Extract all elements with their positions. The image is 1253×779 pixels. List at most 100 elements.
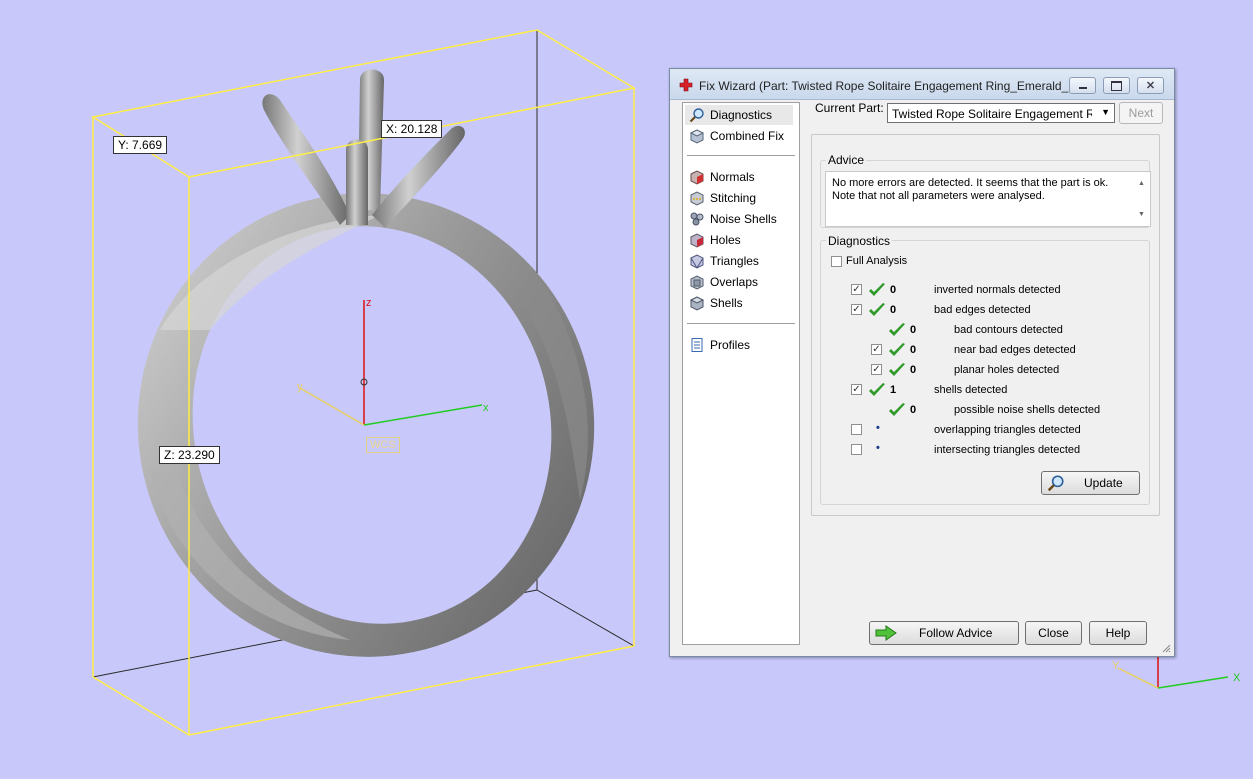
full-analysis-checkbox[interactable]: [831, 256, 842, 267]
diagnostic-row-label: shells detected: [934, 384, 1008, 396]
holes-icon: [690, 233, 704, 248]
diagnostic-row: • overlapping triangles detected: [670, 421, 1150, 441]
scroll-down-icon: ▼: [1138, 211, 1145, 218]
diagnostic-row-checkbox[interactable]: ✓: [871, 344, 882, 355]
diagnostic-row: ✓ 0 planar holes detected: [670, 361, 1150, 381]
advice-line-2: Note that not all parameters were analys…: [832, 190, 1045, 202]
scroll-up-icon: ▲: [1138, 180, 1145, 187]
help-button[interactable]: Help: [1089, 621, 1147, 645]
diagnostic-row-count: 0: [910, 364, 917, 376]
maximize-button[interactable]: [1103, 77, 1130, 94]
follow-advice-button[interactable]: Follow Advice: [869, 621, 1019, 645]
diagnostic-row-checkbox[interactable]: ✓: [851, 384, 862, 395]
x-axis-label: x: [483, 402, 489, 414]
update-button[interactable]: Update: [1041, 471, 1140, 495]
diagnostic-row-count: 1: [890, 384, 897, 396]
magnifier-icon: [1047, 475, 1064, 492]
nav-label-holes: Holes: [710, 233, 741, 247]
diagnostic-row-checkbox[interactable]: [851, 444, 862, 455]
dialog-title: Fix Wizard (Part: Twisted Rope Solitaire…: [699, 79, 1069, 93]
check-icon: [869, 303, 885, 316]
check-icon: [889, 343, 905, 356]
diagnostic-row-count: 0: [910, 324, 917, 336]
corner-y-axis-label: Y: [1112, 660, 1120, 672]
y-axis-label: y: [297, 381, 303, 393]
diagnostic-row-label: planar holes detected: [954, 364, 1060, 376]
chevron-down-icon: ▼: [1101, 107, 1110, 117]
diagnostic-row-checkbox[interactable]: ✓: [871, 364, 882, 375]
arrow-right-icon: [875, 625, 897, 641]
nav-item-combined-fix[interactable]: Combined Fix: [685, 126, 784, 146]
current-part-select[interactable]: Twisted Rope Solitaire Engagement Ring_E…: [887, 103, 1115, 123]
advice-title: Advice: [826, 153, 867, 167]
nav-label-triangles: Triangles: [710, 254, 759, 268]
diagnostic-row-label: overlapping triangles detected: [934, 424, 1081, 436]
close-button[interactable]: Close: [1025, 621, 1082, 645]
nav-label-noise-shells: Noise Shells: [710, 212, 777, 226]
normals-icon: [690, 170, 704, 185]
check-icon: [889, 403, 905, 416]
next-button[interactable]: Next: [1119, 102, 1163, 124]
minimize-button[interactable]: [1069, 77, 1096, 94]
check-icon: [889, 363, 905, 376]
magnifier-icon: [689, 108, 704, 123]
wcs-label: WCS: [366, 437, 400, 453]
nav-item-noise-shells[interactable]: Noise Shells: [685, 209, 777, 229]
pending-dot-icon: •: [876, 422, 880, 434]
dimension-z-label: Z: 23.290: [159, 446, 220, 464]
pending-dot-icon: •: [876, 442, 880, 454]
diagnostic-row: ✓ 0 near bad edges detected: [670, 341, 1150, 361]
advice-line-1: No more errors are detected. It seems th…: [832, 177, 1109, 189]
diagnostic-row-checkbox[interactable]: ✓: [851, 284, 862, 295]
nav-item-stitching[interactable]: Stitching: [685, 188, 756, 208]
advice-scrollbar[interactable]: ▲ ▼: [1134, 173, 1149, 225]
diagnostics-title: Diagnostics: [826, 234, 893, 248]
maximize-icon: [1111, 80, 1122, 91]
app-cross-icon: [679, 78, 693, 92]
diagnostic-row: 0 possible noise shells detected: [670, 401, 1150, 421]
diagnostic-row-count: 0: [890, 304, 897, 316]
diagnostic-row-checkbox[interactable]: [851, 424, 862, 435]
corner-x-axis-label: X: [1233, 672, 1241, 684]
diagnostic-row-label: possible noise shells detected: [954, 404, 1101, 416]
diagnostic-row-label: inverted normals detected: [934, 284, 1061, 296]
combined-fix-icon: [689, 129, 705, 144]
diagnostic-row-label: bad contours detected: [954, 324, 1063, 336]
nav-item-diagnostics[interactable]: Diagnostics: [685, 105, 793, 125]
follow-advice-label: Follow Advice: [919, 626, 993, 640]
current-part-value: Twisted Rope Solitaire Engagement Ring_E: [892, 107, 1092, 121]
fix-wizard-dialog: Fix Wizard (Part: Twisted Rope Solitaire…: [669, 68, 1175, 657]
diagnostic-row: ✓ 0 inverted normals detected: [670, 281, 1150, 301]
diagnostic-row: ✓ 0 bad edges detected: [670, 301, 1150, 321]
nav-item-triangles[interactable]: Triangles: [685, 251, 759, 271]
dialog-titlebar[interactable]: Fix Wizard (Part: Twisted Rope Solitaire…: [670, 69, 1174, 100]
close-window-button[interactable]: ✕: [1137, 77, 1164, 94]
check-icon: [869, 383, 885, 396]
diagnostic-row-count: 0: [910, 404, 917, 416]
check-icon: [869, 283, 885, 296]
current-part-label: Current Part:: [815, 101, 884, 115]
diagnostic-row-label: intersecting triangles detected: [934, 444, 1081, 456]
full-analysis-label: Full Analysis: [846, 255, 908, 267]
nav-item-holes[interactable]: Holes: [685, 230, 741, 250]
update-label: Update: [1084, 476, 1123, 490]
nav-label-normals: Normals: [710, 170, 755, 184]
nav-item-normals[interactable]: Normals: [685, 167, 755, 187]
dimension-x-label: X: 20.128: [381, 120, 443, 138]
z-axis-label: z: [366, 297, 372, 309]
nav-label-combined-fix: Combined Fix: [710, 129, 785, 143]
stitching-icon: [690, 191, 704, 206]
close-icon: ✕: [1145, 80, 1156, 92]
diagnostic-row-checkbox[interactable]: ✓: [851, 304, 862, 315]
diagnostic-row: 0 bad contours detected: [670, 321, 1150, 341]
diagnostic-row-count: 0: [910, 344, 917, 356]
diagnostic-row-label: near bad edges detected: [954, 344, 1076, 356]
check-icon: [889, 323, 905, 336]
advice-text-box: No more errors are detected. It seems th…: [825, 171, 1151, 227]
nav-label-stitching: Stitching: [710, 191, 757, 205]
diagnostic-row: ✓ 1 shells detected: [670, 381, 1150, 401]
dimension-y-label: Y: 7.669: [113, 136, 168, 154]
resize-grip-icon[interactable]: [1161, 643, 1171, 653]
diagnostic-row: • intersecting triangles detected: [670, 441, 1150, 461]
noise-shells-icon: [690, 212, 704, 226]
